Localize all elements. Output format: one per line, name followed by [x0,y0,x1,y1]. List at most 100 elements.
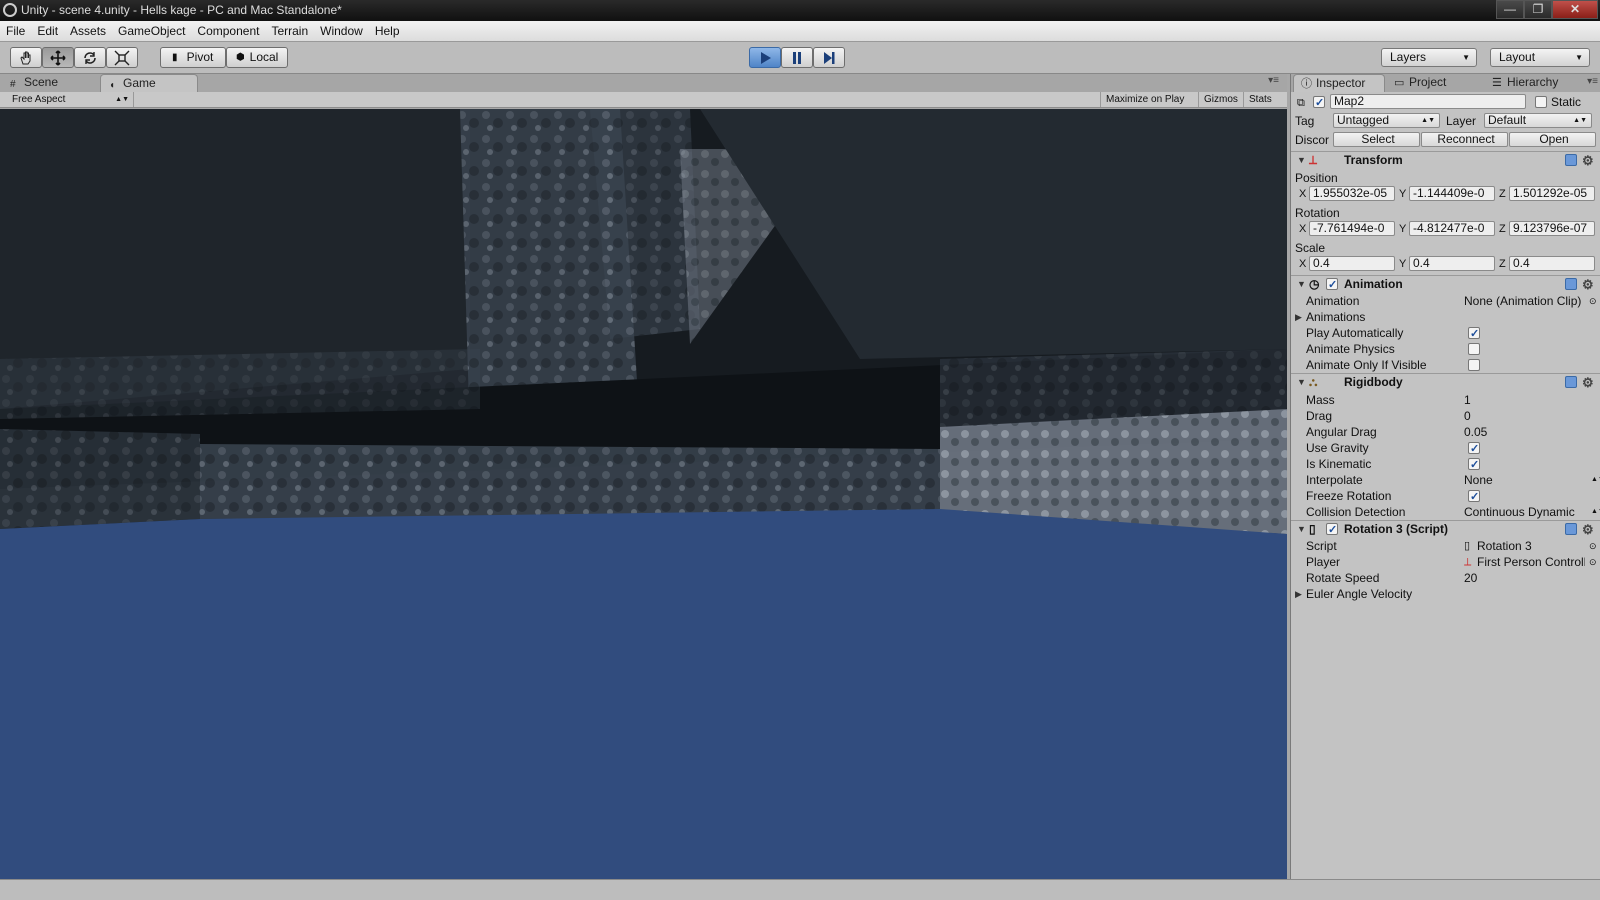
transform-title: Transform [1344,153,1403,167]
animation-clip-row: Animation None (Animation Clip) ⊙ [1291,293,1600,309]
animations-row[interactable]: ▶ Animations [1291,309,1600,325]
menu-edit[interactable]: Edit [31,21,64,38]
move-tool-button[interactable] [42,47,74,68]
maximize-on-play-toggle[interactable]: Maximize on Play [1100,92,1189,107]
drag-value[interactable]: 0 [1464,408,1471,424]
menu-help[interactable]: Help [369,21,406,38]
folder-icon: ▭ [1394,77,1405,89]
tab-hierarchy[interactable]: ☰ Hierarchy [1485,74,1585,92]
rotation-y-field[interactable]: -4.812477e-0 [1409,221,1495,236]
game-viewport[interactable] [0,109,1287,879]
position-y-field[interactable]: -1.144409e-0 [1409,186,1495,201]
layer-dropdown[interactable]: Default ▲▼ [1484,113,1592,128]
move-arrows-icon [50,50,66,66]
animation-clip-value[interactable]: None (Animation Clip) [1464,293,1588,309]
panel-menu-icon[interactable]: ▾≡ [1268,75,1279,86]
scale-y-field[interactable]: 0.4 [1409,256,1495,271]
menu-assets[interactable]: Assets [64,21,112,38]
aspect-dropdown[interactable]: Free Aspect ▲▼ [4,92,134,107]
position-z-field[interactable]: 1.501292e-05 [1509,186,1595,201]
rigidbody-header[interactable]: ▼ ⛬ Rigidbody ⚙ [1291,373,1600,391]
play-automatically-checkbox[interactable] [1468,326,1480,342]
help-book-icon[interactable] [1565,154,1577,166]
maximize-button[interactable]: ❐ [1524,0,1552,19]
local-toggle-button[interactable]: ⬢ Local [226,47,288,68]
help-book-icon[interactable] [1565,278,1577,290]
rotation-label-row: Rotation [1291,205,1600,221]
gear-icon[interactable]: ⚙ [1582,276,1594,293]
play-button[interactable] [749,47,781,68]
updown-arrow-icon: ▲▼ [1421,117,1435,124]
menu-component[interactable]: Component [191,21,265,38]
gizmos-toggle[interactable]: Gizmos [1198,92,1243,107]
rotation-x-field[interactable]: -7.761494e-0 [1309,221,1395,236]
window-title: Unity - scene 4.unity - Hells kage - PC … [21,3,342,17]
menu-gameobject[interactable]: GameObject [112,21,191,38]
minimize-button[interactable]: — [1496,0,1524,19]
transform-header[interactable]: ▼ ⟂ Transform ⚙ [1291,151,1600,169]
collision-detection-dropdown[interactable]: Continuous Dynamic [1464,504,1575,520]
object-picker-icon[interactable]: ⊙ [1589,293,1597,309]
interpolate-label: Interpolate [1306,473,1363,487]
active-checkbox[interactable] [1313,95,1325,111]
help-book-icon[interactable] [1565,376,1577,388]
menu-window[interactable]: Window [314,21,369,38]
object-header: ⧉ Map2 Static [1291,94,1600,111]
pause-button[interactable] [781,47,813,68]
panel-menu-icon[interactable]: ▾≡ [1587,76,1598,87]
script-component-header[interactable]: ▼ ▯ Rotation 3 (Script) ⚙ [1291,520,1600,539]
gear-icon[interactable]: ⚙ [1582,374,1594,391]
animate-physics-checkbox[interactable] [1468,343,1480,355]
use-gravity-checkbox[interactable] [1468,441,1480,457]
gear-icon[interactable]: ⚙ [1582,152,1594,169]
hand-tool-button[interactable] [10,47,42,68]
pivot-toggle-button[interactable]: ▮ Pivot [160,47,226,68]
static-checkbox[interactable] [1535,96,1547,108]
prefab-open-button[interactable]: Open [1509,132,1596,147]
scale-x-field[interactable]: 0.4 [1309,256,1395,271]
script-label: Script [1306,539,1337,553]
object-picker-icon[interactable]: ⊙ [1589,538,1597,554]
menu-terrain[interactable]: Terrain [265,21,314,38]
object-picker-icon[interactable]: ⊙ [1589,554,1597,570]
prefab-select-button[interactable]: Select [1333,132,1420,147]
layout-dropdown[interactable]: Layout ▼ [1490,48,1590,67]
freeze-rotation-checkbox[interactable] [1468,489,1480,505]
position-x-field[interactable]: 1.955032e-05 [1309,186,1395,201]
scale-tool-button[interactable] [106,47,138,68]
menu-file[interactable]: File [0,21,31,38]
foldout-closed-icon: ▶ [1295,312,1302,322]
tab-inspector[interactable]: ⓘ Inspector [1293,74,1385,92]
rotation-z-field[interactable]: 9.123796e-07 [1509,221,1595,236]
animate-only-visible-checkbox[interactable] [1468,359,1480,371]
script-value[interactable]: Rotation 3 [1477,538,1585,554]
gear-icon[interactable]: ⚙ [1582,521,1594,538]
tab-game[interactable]: ◖ Game [100,74,198,92]
mass-value[interactable]: 1 [1464,392,1471,408]
angular-drag-value[interactable]: 0.05 [1464,424,1487,440]
close-button[interactable]: ✕ [1552,0,1598,19]
scale-z-field[interactable]: 0.4 [1509,256,1595,271]
euler-angle-velocity-row[interactable]: ▶ Euler Angle Velocity [1291,586,1600,602]
tab-project[interactable]: ▭ Project [1387,74,1483,92]
rotate-speed-value[interactable]: 20 [1464,570,1477,586]
transform-axis-icon: ⟂ [1309,153,1318,167]
position-label: Position [1295,171,1338,185]
tab-scene[interactable]: # Scene [2,74,98,92]
unity-logo-icon [3,3,17,17]
stats-toggle[interactable]: Stats [1243,92,1277,107]
is-kinematic-checkbox[interactable] [1468,457,1480,473]
rotate-tool-button[interactable] [74,47,106,68]
interpolate-dropdown[interactable]: None [1464,472,1493,488]
prefab-reconnect-button[interactable]: Reconnect [1421,132,1508,147]
help-book-icon[interactable] [1565,523,1577,535]
script-enabled-checkbox[interactable] [1326,522,1338,539]
animation-header[interactable]: ▼ ◷ Animation ⚙ [1291,275,1600,294]
animation-enabled-checkbox[interactable] [1326,277,1338,294]
foldout-open-icon: ▼ [1297,155,1306,165]
step-button[interactable] [813,47,845,68]
tag-dropdown[interactable]: Untagged ▲▼ [1333,113,1440,128]
player-value[interactable]: First Person Controller [1477,554,1585,570]
object-name-field[interactable]: Map2 [1330,94,1526,109]
layers-dropdown[interactable]: Layers ▼ [1381,48,1477,67]
